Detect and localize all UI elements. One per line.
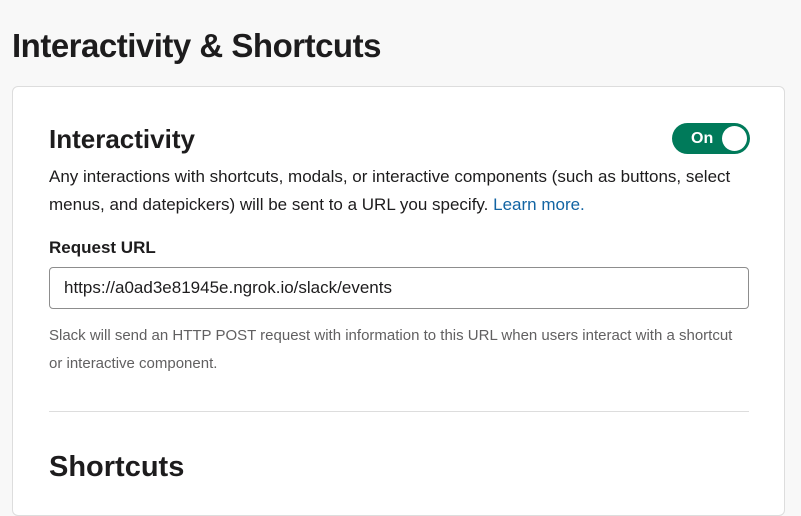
- settings-card: Interactivity On Any interactions with s…: [12, 86, 785, 516]
- shortcuts-section-title: Shortcuts: [49, 451, 185, 483]
- page-title: Interactivity & Shortcuts: [12, 27, 381, 64]
- request-url-input[interactable]: [49, 267, 749, 309]
- interactivity-section-title: Interactivity: [49, 124, 195, 154]
- request-url-help-text: Slack will send an HTTP POST request wit…: [49, 327, 733, 372]
- toggle-knob: [722, 126, 747, 151]
- interactivity-description: Any interactions with shortcuts, modals,…: [49, 163, 749, 219]
- interactivity-toggle[interactable]: On: [672, 123, 750, 154]
- request-url-label: Request URL: [49, 238, 156, 257]
- learn-more-link[interactable]: Learn more.: [493, 195, 585, 214]
- toggle-label: On: [691, 130, 714, 147]
- description-text: Any interactions with shortcuts, modals,…: [49, 167, 731, 214]
- section-divider: [49, 411, 749, 412]
